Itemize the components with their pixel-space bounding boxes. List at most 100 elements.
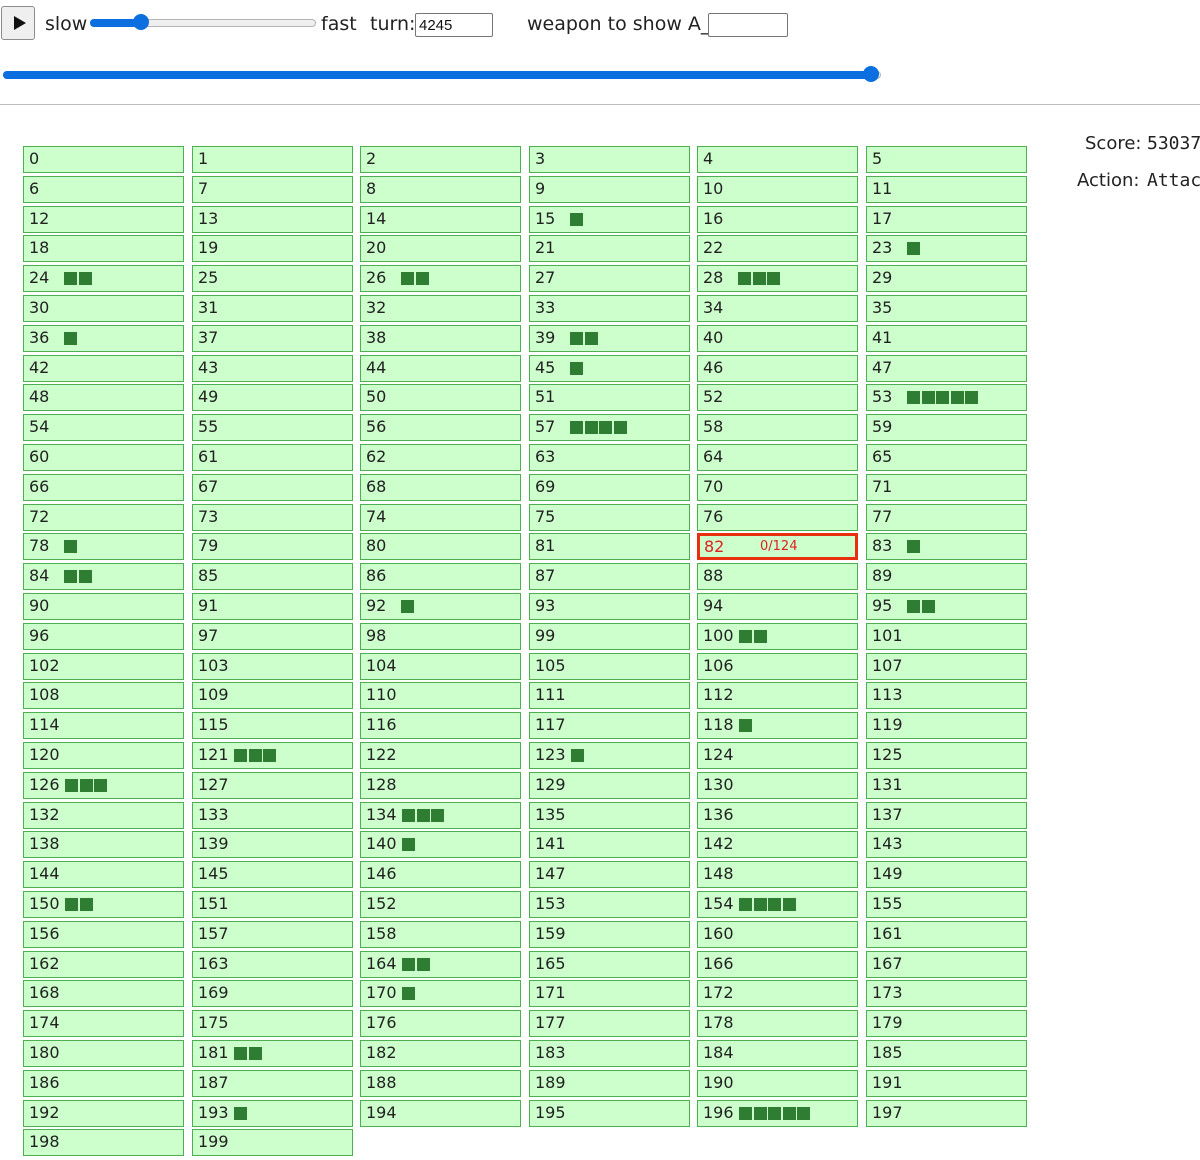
- weapon-cell[interactable]: 141: [529, 831, 690, 859]
- weapon-cell[interactable]: 3: [529, 146, 690, 173]
- weapon-cell[interactable]: 43: [192, 354, 353, 382]
- weapon-cell[interactable]: 174: [23, 1010, 184, 1038]
- weapon-cell[interactable]: 124: [697, 742, 858, 769]
- weapon-cell[interactable]: 184: [697, 1040, 858, 1067]
- weapon-cell[interactable]: 72: [23, 503, 184, 531]
- weapon-cell[interactable]: 49: [192, 384, 353, 412]
- weapon-cell[interactable]: 131: [866, 771, 1027, 799]
- weapon-cell[interactable]: 193: [192, 1099, 353, 1127]
- weapon-cell[interactable]: 6: [23, 175, 184, 203]
- weapon-cell[interactable]: 128: [360, 771, 521, 799]
- weapon-cell[interactable]: 191: [866, 1069, 1027, 1097]
- weapon-cell[interactable]: 156: [23, 920, 184, 948]
- weapon-cell[interactable]: 16: [697, 205, 858, 233]
- weapon-cell[interactable]: 172: [697, 980, 858, 1008]
- weapon-cell[interactable]: 65: [866, 444, 1027, 471]
- weapon-cell[interactable]: 113: [866, 682, 1027, 710]
- weapon-cell[interactable]: 60: [23, 444, 184, 471]
- weapon-cell[interactable]: 117: [529, 712, 690, 740]
- weapon-cell[interactable]: 114: [23, 712, 184, 740]
- weapon-cell[interactable]: 108: [23, 682, 184, 710]
- weapon-cell[interactable]: 99: [529, 622, 690, 650]
- weapon-cell[interactable]: 70: [697, 473, 858, 501]
- weapon-cell[interactable]: 66: [23, 473, 184, 501]
- weapon-cell[interactable]: 87: [529, 563, 690, 591]
- weapon-cell[interactable]: 118: [697, 712, 858, 740]
- weapon-cell[interactable]: 62: [360, 444, 521, 471]
- weapon-cell[interactable]: 130: [697, 771, 858, 799]
- weapon-cell[interactable]: 89: [866, 563, 1027, 591]
- weapon-cell-selected[interactable]: 82 0/124: [697, 533, 858, 561]
- weapon-cell[interactable]: 186: [23, 1069, 184, 1097]
- weapon-cell[interactable]: 14: [360, 205, 521, 233]
- weapon-cell[interactable]: 192: [23, 1099, 184, 1127]
- weapon-cell[interactable]: 165: [529, 950, 690, 978]
- weapon-cell[interactable]: 171: [529, 980, 690, 1008]
- weapon-cell[interactable]: 178: [697, 1010, 858, 1038]
- weapon-cell[interactable]: 103: [192, 652, 353, 680]
- weapon-cell[interactable]: 151: [192, 891, 353, 918]
- weapon-cell[interactable]: 78: [23, 533, 184, 561]
- weapon-cell[interactable]: 41: [866, 324, 1027, 352]
- weapon-cell[interactable]: 135: [529, 801, 690, 829]
- weapon-cell[interactable]: 68: [360, 473, 521, 501]
- weapon-cell[interactable]: 92: [360, 593, 521, 620]
- weapon-cell[interactable]: 150: [23, 891, 184, 918]
- weapon-cell[interactable]: 127: [192, 771, 353, 799]
- weapon-cell[interactable]: 47: [866, 354, 1027, 382]
- weapon-cell[interactable]: 74: [360, 503, 521, 531]
- weapon-cell[interactable]: 19: [192, 235, 353, 263]
- weapon-cell[interactable]: 9: [529, 175, 690, 203]
- weapon-cell[interactable]: 122: [360, 742, 521, 769]
- weapon-cell[interactable]: 28: [697, 265, 858, 293]
- weapon-cell[interactable]: 34: [697, 295, 858, 322]
- weapon-cell[interactable]: 116: [360, 712, 521, 740]
- weapon-cell[interactable]: 90: [23, 593, 184, 620]
- weapon-cell[interactable]: 112: [697, 682, 858, 710]
- weapon-cell[interactable]: 94: [697, 593, 858, 620]
- weapon-cell[interactable]: 149: [866, 861, 1027, 889]
- weapon-cell[interactable]: 187: [192, 1069, 353, 1097]
- weapon-cell[interactable]: 20: [360, 235, 521, 263]
- weapon-cell[interactable]: 12: [23, 205, 184, 233]
- weapon-cell[interactable]: 53: [866, 384, 1027, 412]
- weapon-cell[interactable]: 177: [529, 1010, 690, 1038]
- weapon-cell[interactable]: 30: [23, 295, 184, 322]
- weapon-cell[interactable]: 24: [23, 265, 184, 293]
- weapon-cell[interactable]: 159: [529, 920, 690, 948]
- weapon-cell[interactable]: 111: [529, 682, 690, 710]
- weapon-cell[interactable]: 4: [697, 146, 858, 173]
- weapon-cell[interactable]: 183: [529, 1040, 690, 1067]
- weapon-cell[interactable]: 22: [697, 235, 858, 263]
- weapon-cell[interactable]: 17: [866, 205, 1027, 233]
- weapon-cell[interactable]: 45: [529, 354, 690, 382]
- weapon-cell[interactable]: 139: [192, 831, 353, 859]
- weapon-cell[interactable]: 185: [866, 1040, 1027, 1067]
- weapon-cell[interactable]: 194: [360, 1099, 521, 1127]
- weapon-cell[interactable]: 155: [866, 891, 1027, 918]
- weapon-cell[interactable]: 52: [697, 384, 858, 412]
- weapon-cell[interactable]: 35: [866, 295, 1027, 322]
- weapon-cell[interactable]: 182: [360, 1040, 521, 1067]
- weapon-cell[interactable]: 75: [529, 503, 690, 531]
- weapon-cell[interactable]: 132: [23, 801, 184, 829]
- weapon-cell[interactable]: 98: [360, 622, 521, 650]
- weapon-cell[interactable]: 40: [697, 324, 858, 352]
- weapon-cell[interactable]: 56: [360, 414, 521, 442]
- weapon-cell[interactable]: 96: [23, 622, 184, 650]
- weapon-cell[interactable]: 136: [697, 801, 858, 829]
- weapon-cell[interactable]: 158: [360, 920, 521, 948]
- weapon-cell[interactable]: 107: [866, 652, 1027, 680]
- weapon-cell[interactable]: 39: [529, 324, 690, 352]
- weapon-cell[interactable]: 88: [697, 563, 858, 591]
- weapon-cell[interactable]: 154: [697, 891, 858, 918]
- weapon-cell[interactable]: 31: [192, 295, 353, 322]
- weapon-cell[interactable]: 147: [529, 861, 690, 889]
- weapon-cell[interactable]: 7: [192, 175, 353, 203]
- weapon-cell[interactable]: 161: [866, 920, 1027, 948]
- weapon-cell[interactable]: 55: [192, 414, 353, 442]
- weapon-cell[interactable]: 170: [360, 980, 521, 1008]
- weapon-cell[interactable]: 101: [866, 622, 1027, 650]
- weapon-cell[interactable]: 137: [866, 801, 1027, 829]
- weapon-cell[interactable]: 5: [866, 146, 1027, 173]
